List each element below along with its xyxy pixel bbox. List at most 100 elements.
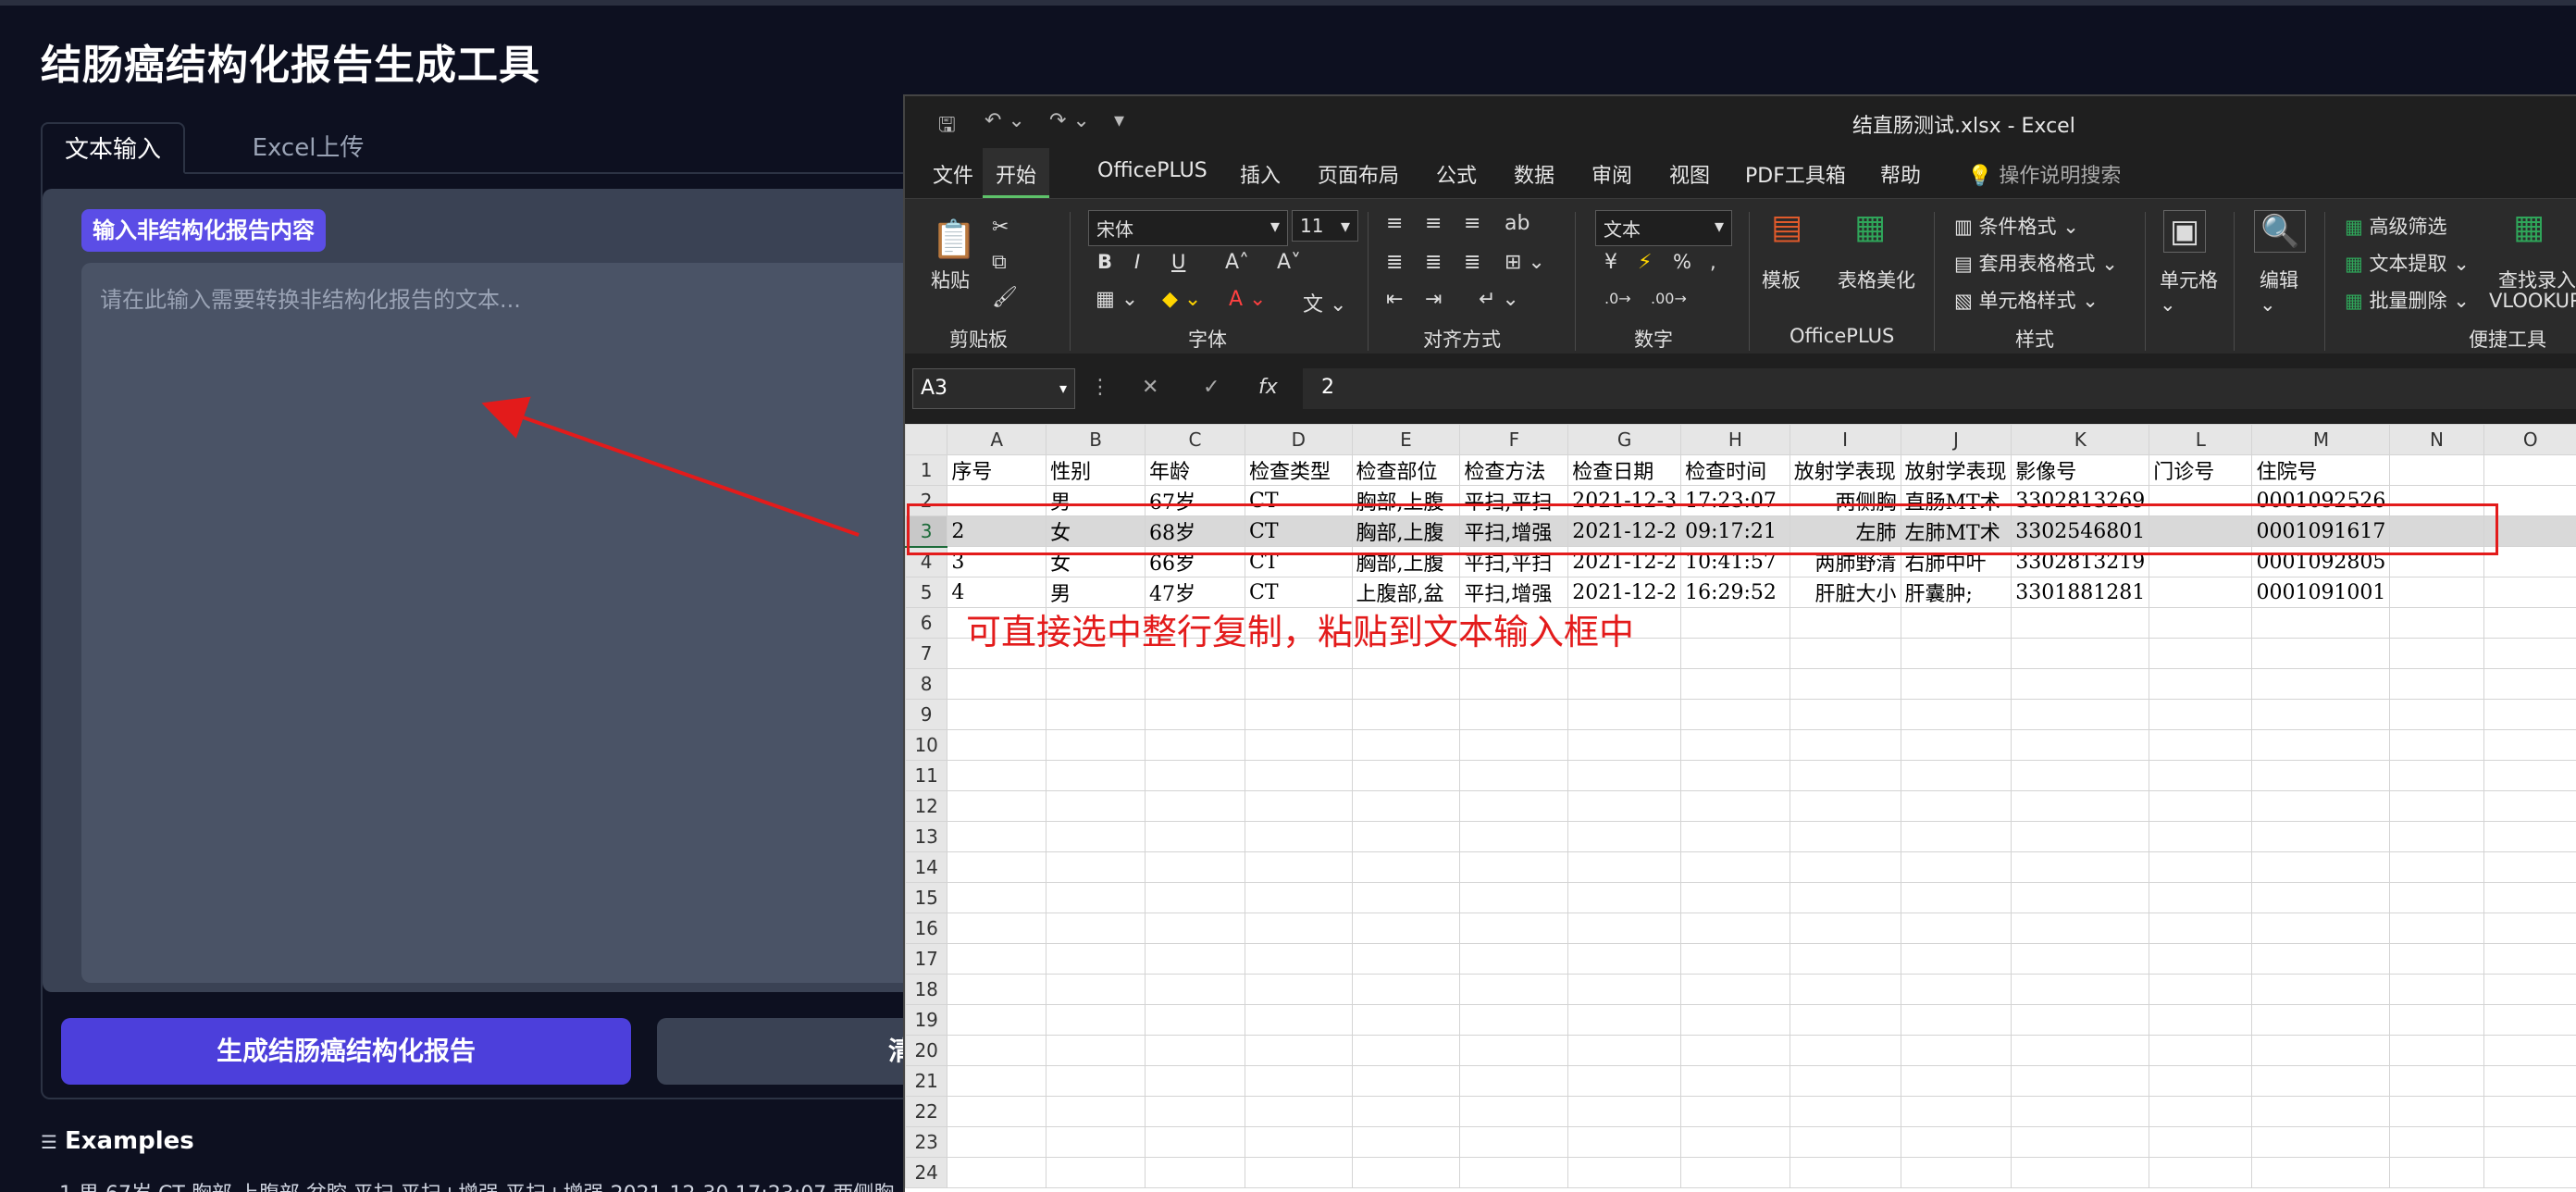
table-row[interactable]: 13 (905, 821, 2576, 852)
cell[interactable]: 检查类型 (1245, 454, 1353, 486)
examples-heading[interactable]: ☰ Examples (41, 1127, 194, 1155)
comma-button[interactable]: , (1710, 251, 1716, 273)
cell[interactable] (1245, 729, 1353, 761)
name-box[interactable]: A3 ▾ (912, 368, 1075, 409)
column-header[interactable]: H (1680, 424, 1790, 455)
cell[interactable] (2389, 882, 2484, 913)
cell[interactable] (1789, 851, 1901, 883)
cell[interactable] (1046, 1096, 1146, 1127)
cell[interactable] (1351, 974, 1461, 1005)
cell[interactable] (1789, 790, 1901, 822)
template-button[interactable]: 模板 (1762, 266, 1801, 293)
column-header[interactable]: E (1351, 424, 1461, 455)
cell[interactable] (2483, 851, 2576, 883)
menu-insert[interactable]: 插入 (1240, 159, 1281, 189)
cell[interactable] (1046, 882, 1146, 913)
column-header[interactable]: L (2149, 424, 2253, 455)
cell[interactable] (1567, 760, 1682, 791)
cell[interactable] (1459, 1004, 1569, 1036)
cell[interactable] (1046, 1126, 1146, 1158)
cell[interactable] (1459, 729, 1569, 761)
cell[interactable] (2483, 454, 2576, 486)
paste-button[interactable]: 粘贴 (931, 266, 970, 293)
cell[interactable] (1145, 1004, 1246, 1036)
cell[interactable] (2149, 1065, 2253, 1097)
cell[interactable] (1046, 943, 1146, 975)
percent-button[interactable]: % (1673, 251, 1691, 273)
cell[interactable] (2251, 974, 2391, 1005)
cell[interactable] (2483, 1035, 2576, 1066)
cell[interactable] (947, 943, 1047, 975)
cell[interactable] (1351, 790, 1461, 822)
cell[interactable]: 性别 (1046, 454, 1146, 486)
row-header[interactable]: 17 (905, 943, 948, 975)
row-header[interactable]: 16 (905, 913, 948, 944)
merge-center-icon[interactable]: ⊞ ⌄ (1505, 251, 1545, 274)
table-row[interactable]: 17 (905, 943, 2576, 975)
menu-home[interactable]: 开始 (983, 148, 1050, 198)
cell[interactable] (1351, 913, 1461, 944)
cell[interactable] (1046, 913, 1146, 944)
cell[interactable] (1145, 882, 1246, 913)
template-icon[interactable]: ▤ (1771, 208, 1802, 246)
column-header[interactable]: I (1789, 424, 1901, 455)
cell[interactable] (2149, 577, 2253, 608)
cell[interactable] (1046, 790, 1146, 822)
column-header[interactable]: D (1245, 424, 1353, 455)
cell[interactable]: 检查日期 (1567, 454, 1682, 486)
formula-input[interactable]: 2 (1303, 368, 2576, 409)
row-header[interactable]: 13 (905, 821, 948, 852)
menu-pdf-tools[interactable]: PDF工具箱 (1745, 159, 1846, 189)
cell[interactable] (2251, 913, 2391, 944)
format-as-table-button[interactable]: ▤ 套用表格格式 ⌄ (1954, 249, 2118, 277)
row-header[interactable]: 23 (905, 1126, 948, 1158)
cell[interactable] (1680, 699, 1790, 730)
save-icon[interactable]: 🖫 (938, 109, 956, 144)
cell[interactable] (1459, 668, 1569, 700)
cell[interactable] (2389, 790, 2484, 822)
cell[interactable] (1145, 1126, 1246, 1158)
cell[interactable] (1900, 1035, 2012, 1066)
cell[interactable] (2251, 882, 2391, 913)
cell[interactable] (1046, 668, 1146, 700)
cell[interactable] (1351, 882, 1461, 913)
cell[interactable] (2483, 790, 2576, 822)
cell[interactable] (1459, 913, 1569, 944)
cell[interactable]: 检查方法 (1459, 454, 1569, 486)
cell[interactable] (1245, 821, 1353, 852)
cell[interactable] (1046, 1065, 1146, 1097)
cell[interactable] (2389, 760, 2484, 791)
cell[interactable] (1145, 790, 1246, 822)
cell[interactable]: 肝囊肿; (1900, 577, 2012, 608)
cell[interactable] (1459, 882, 1569, 913)
currency-icon[interactable]: ¥ (1604, 251, 1617, 274)
cell[interactable] (1567, 790, 1682, 822)
cell[interactable] (1145, 1157, 1246, 1188)
cell[interactable] (2483, 607, 2576, 639)
table-row[interactable]: 15 (905, 882, 2576, 913)
cell[interactable] (2483, 699, 2576, 730)
cell[interactable] (2483, 913, 2576, 944)
cancel-entry-icon[interactable]: ✕ (1142, 376, 1158, 399)
menu-formulas[interactable]: 公式 (1436, 159, 1477, 189)
cell[interactable] (2389, 668, 2484, 700)
cell[interactable] (1567, 729, 1682, 761)
cell[interactable] (1567, 943, 1682, 975)
cell[interactable] (1680, 607, 1790, 639)
cell[interactable] (1245, 913, 1353, 944)
cell[interactable] (1046, 729, 1146, 761)
cell[interactable] (1567, 882, 1682, 913)
cell[interactable] (2251, 943, 2391, 975)
cell[interactable] (1680, 1096, 1790, 1127)
number-style-icon[interactable]: ⚡ (1638, 251, 1652, 274)
table-row[interactable]: 20 (905, 1035, 2576, 1066)
cell[interactable]: 住院号 (2251, 454, 2391, 486)
cell[interactable] (2149, 882, 2253, 913)
cell[interactable] (1245, 1035, 1353, 1066)
cell[interactable] (1145, 1065, 1246, 1097)
cell[interactable] (2149, 974, 2253, 1005)
cell[interactable] (1900, 760, 2012, 791)
cell[interactable] (1567, 1096, 1682, 1127)
cell[interactable] (2251, 668, 2391, 700)
cell[interactable] (1567, 821, 1682, 852)
